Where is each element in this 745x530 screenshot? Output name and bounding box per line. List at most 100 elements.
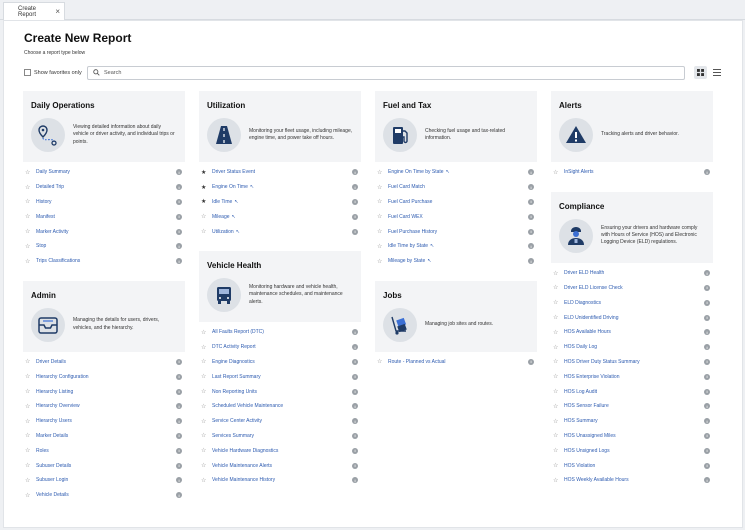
info-icon[interactable]: i xyxy=(176,213,182,220)
report-item[interactable]: ☆ ELD Diagnostics i xyxy=(551,295,713,310)
report-item[interactable]: ☆ HOS Daily Log i xyxy=(551,340,713,355)
star-icon[interactable]: ☆ xyxy=(25,358,36,365)
report-item[interactable]: ★ Driver Status Event i xyxy=(199,165,361,180)
list-view-button[interactable] xyxy=(711,67,722,78)
star-icon[interactable]: ☆ xyxy=(25,492,36,499)
star-icon[interactable]: ☆ xyxy=(25,462,36,469)
star-icon[interactable]: ☆ xyxy=(201,432,212,439)
info-icon[interactable]: i xyxy=(352,462,358,469)
report-item[interactable]: ☆ Vehicle Maintenance Alerts i xyxy=(199,458,361,473)
report-item[interactable]: ☆ HOS Weekly Available Hours i xyxy=(551,473,713,488)
report-link[interactable]: HOS Daily Log xyxy=(564,344,704,350)
report-item[interactable]: ☆ Hierarchy Users i xyxy=(23,414,185,429)
info-icon[interactable]: i xyxy=(352,344,358,351)
report-item[interactable]: ☆ HOS Violation i xyxy=(551,458,713,473)
info-icon[interactable]: i xyxy=(352,213,358,220)
star-icon[interactable]: ☆ xyxy=(201,373,212,380)
star-icon[interactable]: ☆ xyxy=(553,284,564,291)
info-icon[interactable]: i xyxy=(176,492,182,499)
report-link[interactable]: Route - Planned vs Actual xyxy=(388,359,528,365)
report-link[interactable]: Driver Details xyxy=(36,359,176,365)
info-icon[interactable]: i xyxy=(704,432,710,439)
star-icon[interactable]: ☆ xyxy=(553,344,564,351)
info-icon[interactable]: i xyxy=(176,477,182,484)
report-item[interactable]: ☆ Roles i xyxy=(23,443,185,458)
info-icon[interactable]: i xyxy=(704,373,710,380)
report-link[interactable]: HOS Unsigned Logs xyxy=(564,448,704,454)
report-item[interactable]: ☆ Services Summary i xyxy=(199,429,361,444)
star-filled-icon[interactable]: ★ xyxy=(201,184,212,191)
star-icon[interactable]: ☆ xyxy=(377,169,388,176)
info-icon[interactable]: i xyxy=(352,418,358,425)
report-item[interactable]: ☆ ELD Unidentified Driving i xyxy=(551,310,713,325)
info-icon[interactable]: i xyxy=(176,258,182,265)
star-icon[interactable]: ☆ xyxy=(553,477,564,484)
info-icon[interactable]: i xyxy=(528,258,534,265)
report-item[interactable]: ☆ Hierarchy Listing i xyxy=(23,384,185,399)
report-link[interactable]: Hierarchy Overview xyxy=(36,403,176,409)
star-icon[interactable]: ☆ xyxy=(25,418,36,425)
star-icon[interactable]: ☆ xyxy=(553,432,564,439)
star-icon[interactable]: ☆ xyxy=(553,373,564,380)
report-link[interactable]: Marker Activity xyxy=(36,229,176,235)
report-item[interactable]: ☆ Fuel Purchase History i xyxy=(375,224,537,239)
info-icon[interactable]: i xyxy=(704,403,710,410)
star-icon[interactable]: ☆ xyxy=(25,403,36,410)
report-item[interactable]: ☆ Mileage ↖ i xyxy=(199,209,361,224)
star-icon[interactable]: ☆ xyxy=(377,358,388,365)
report-link[interactable]: Marker Details xyxy=(36,433,176,439)
star-icon[interactable]: ☆ xyxy=(25,432,36,439)
report-item[interactable]: ★ Idle Time ↖ i xyxy=(199,195,361,210)
report-item[interactable]: ☆ Non Reporting Units i xyxy=(199,384,361,399)
report-link[interactable]: Fuel Card Match xyxy=(388,184,528,190)
report-item[interactable]: ★ Engine On Time ↖ i xyxy=(199,180,361,195)
info-icon[interactable]: i xyxy=(352,477,358,484)
report-item[interactable]: ☆ HOS Log Audit i xyxy=(551,384,713,399)
report-item[interactable]: ☆ Engine Diagnostics i xyxy=(199,355,361,370)
info-icon[interactable]: i xyxy=(528,358,534,365)
star-icon[interactable]: ☆ xyxy=(553,447,564,454)
info-icon[interactable]: i xyxy=(176,388,182,395)
close-icon[interactable]: × xyxy=(55,7,60,16)
info-icon[interactable]: i xyxy=(352,184,358,191)
report-link[interactable]: Fuel Card Purchase xyxy=(388,199,528,205)
tab-create-report[interactable]: Create Report × xyxy=(3,2,65,20)
report-link[interactable]: Hierarchy Configuration xyxy=(36,374,176,380)
favorites-toggle[interactable]: Show favorites only xyxy=(24,69,82,76)
report-link[interactable]: Driver Status Event xyxy=(212,169,352,175)
info-icon[interactable]: i xyxy=(176,184,182,191)
info-icon[interactable]: i xyxy=(704,169,710,176)
star-icon[interactable]: ☆ xyxy=(201,418,212,425)
report-link[interactable]: Service Center Activity xyxy=(212,418,352,424)
star-icon[interactable]: ☆ xyxy=(553,270,564,277)
report-link[interactable]: Engine Diagnostics xyxy=(212,359,352,365)
info-icon[interactable]: i xyxy=(176,228,182,235)
star-icon[interactable]: ☆ xyxy=(25,169,36,176)
info-icon[interactable]: i xyxy=(528,184,534,191)
star-icon[interactable]: ☆ xyxy=(201,228,212,235)
report-link[interactable]: Mileage by State xyxy=(388,258,425,264)
report-item[interactable]: ☆ InSight Alerts i xyxy=(551,165,713,180)
report-link[interactable]: HOS Unassigned Miles xyxy=(564,433,704,439)
star-icon[interactable]: ☆ xyxy=(553,358,564,365)
star-icon[interactable]: ☆ xyxy=(25,228,36,235)
info-icon[interactable]: i xyxy=(528,198,534,205)
star-icon[interactable]: ☆ xyxy=(553,169,564,176)
report-item[interactable]: ☆ HOS Sensor Failure i xyxy=(551,399,713,414)
star-icon[interactable]: ☆ xyxy=(553,388,564,395)
report-item[interactable]: ☆ DTC Activity Report i xyxy=(199,340,361,355)
report-item[interactable]: ☆ Vehicle Hardware Diagnostics i xyxy=(199,443,361,458)
report-link[interactable]: Non Reporting Units xyxy=(212,389,352,395)
report-link[interactable]: InSight Alerts xyxy=(564,169,704,175)
report-item[interactable]: ☆ HOS Unsigned Logs i xyxy=(551,443,713,458)
report-link[interactable]: HOS Enterprise Violation xyxy=(564,374,704,380)
star-filled-icon[interactable]: ★ xyxy=(201,198,212,205)
report-link[interactable]: Engine On Time xyxy=(212,184,248,190)
report-link[interactable]: Driver ELD Health xyxy=(564,270,704,276)
report-item[interactable]: ☆ Driver Details i xyxy=(23,355,185,370)
report-link[interactable]: Fuel Card WEX xyxy=(388,214,528,220)
info-icon[interactable]: i xyxy=(704,329,710,336)
info-icon[interactable]: i xyxy=(352,358,358,365)
info-icon[interactable]: i xyxy=(352,373,358,380)
star-icon[interactable]: ☆ xyxy=(25,258,36,265)
